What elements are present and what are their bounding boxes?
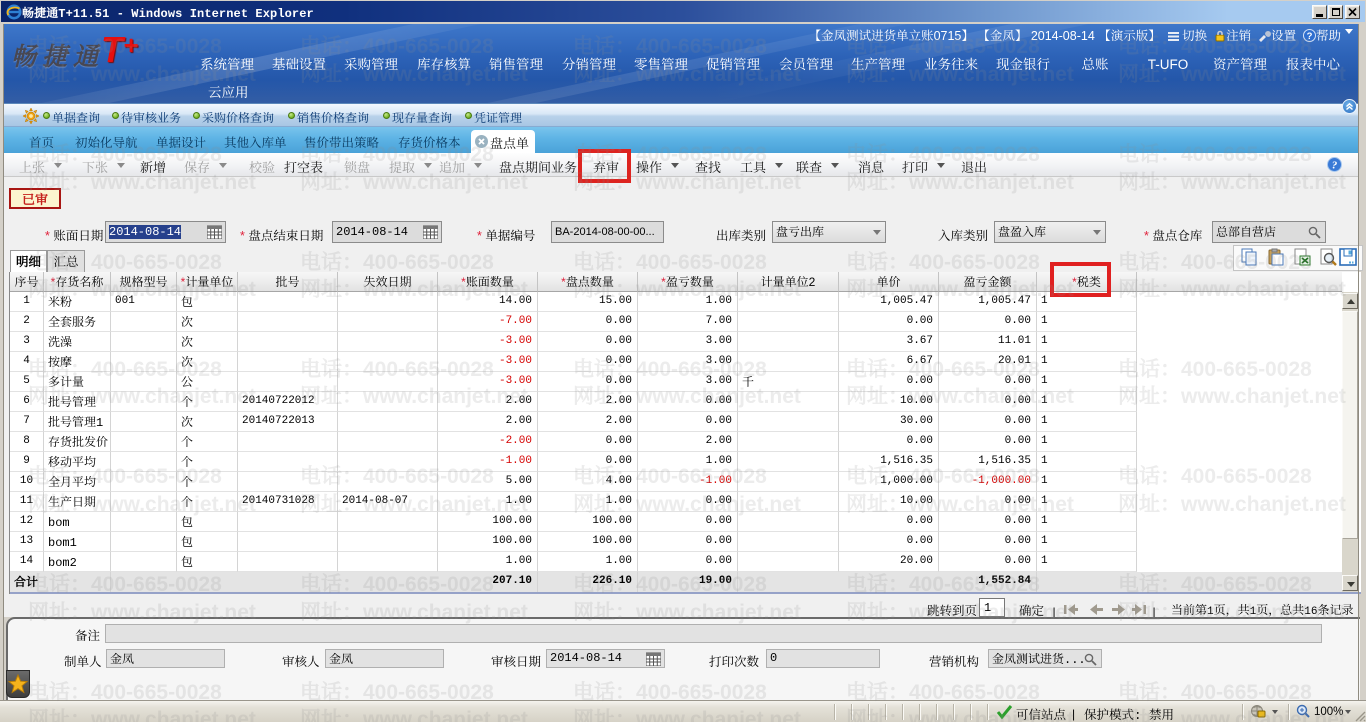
svg-text:?: ? (1307, 31, 1313, 42)
svg-text:?: ? (1332, 159, 1338, 171)
